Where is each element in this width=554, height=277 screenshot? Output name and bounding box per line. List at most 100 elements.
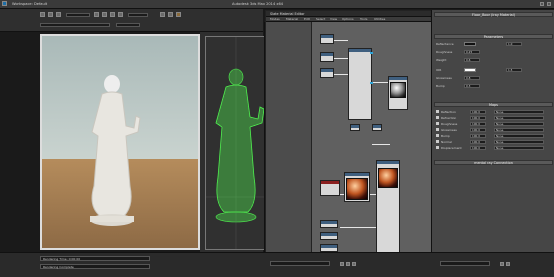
node-view[interactable] [312,22,432,268]
workspace-selector[interactable]: Workspace: Default [12,2,47,6]
map-row: Refraction 100.0 None [436,116,551,120]
param-label: Weight [436,58,447,62]
color-swatch[interactable] [464,42,476,46]
output-port[interactable] [370,82,373,84]
menu-select[interactable]: Select [316,17,325,21]
map-checkbox[interactable] [436,134,439,137]
param-value[interactable]: 0.3 [464,84,480,88]
map-amount[interactable]: 100.0 [470,122,486,126]
material-name-header[interactable]: Floor_Boor (Iray Material) [434,12,553,17]
map-label: Roughness [441,122,458,126]
minimize-icon[interactable] [540,2,544,6]
link-icon[interactable] [56,12,61,17]
map-slot-button[interactable]: None [494,128,544,132]
map-slot-button[interactable]: None [494,140,544,144]
material-editor-icon[interactable] [160,12,165,17]
map-amount[interactable]: 100.0 [470,140,486,144]
sme-browser[interactable] [266,22,312,267]
map-row: Reflection 100.0 None [436,110,551,114]
param-value[interactable]: 0.25 [464,50,480,54]
mental-ray-connection-rollout[interactable]: mental ray Connection [434,160,553,165]
reference-coord-dropdown[interactable] [128,13,148,17]
color-map-node[interactable] [320,180,340,196]
map-label: Normal [441,140,452,144]
map-amount[interactable]: 100.0 [470,116,486,120]
param-label: Bump [436,84,445,88]
bitmap-node[interactable] [320,52,334,62]
menu-utilities[interactable]: Utilities [374,17,385,21]
zoom-field[interactable] [440,261,490,266]
color-swatch[interactable] [464,68,476,72]
map-checkbox[interactable] [436,146,439,149]
map-node-small[interactable] [372,124,382,131]
map-checkbox[interactable] [436,122,439,125]
param-value[interactable]: 1.5 [506,68,522,72]
material-preview-swatch [390,82,406,98]
map-row: Bump 100.0 None [436,134,551,138]
stop-icon[interactable] [346,262,350,266]
main-title-bar: Workspace: Default Autodesk 3ds Max 2014… [0,0,554,9]
map-checkbox[interactable] [436,140,439,143]
bitmap-node[interactable] [320,244,338,252]
param-label: Roughness [436,50,453,54]
param-value[interactable]: 1.0 [506,42,522,46]
map-amount[interactable]: 100.0 [470,128,486,132]
map-slot-button[interactable]: None [494,122,544,126]
map-node-small[interactable] [350,124,360,131]
menu-tools[interactable]: Tools [360,17,367,21]
map-slot-button[interactable]: None [494,146,544,150]
named-selection-field[interactable] [40,23,110,27]
rotate-icon[interactable] [110,12,115,17]
menu-edit[interactable]: Edit [304,17,310,21]
zoom-icon[interactable] [500,262,504,266]
render-icon[interactable] [176,12,181,17]
menu-view[interactable]: View [330,17,337,21]
time-slider[interactable] [270,261,330,266]
map-slot-button[interactable]: None [494,110,544,114]
bitmap-node[interactable] [320,220,338,228]
maps-rollout[interactable]: Maps [434,102,553,107]
bitmap-node[interactable] [320,68,334,78]
map-slot-button[interactable]: None [494,116,544,120]
param-row: Reflectance 1.0 [436,42,551,46]
select-icon[interactable] [94,12,99,17]
perspective-viewport[interactable] [205,36,265,250]
play-icon[interactable] [340,262,344,266]
bitmap-node[interactable] [320,34,334,44]
iray-material-node[interactable] [348,48,372,120]
menu-modes[interactable]: Modes [270,17,280,21]
undo-icon[interactable] [40,12,45,17]
map-label: Displacement [441,146,462,150]
view-dropdown[interactable] [116,23,140,27]
wire [332,74,348,75]
parameters-rollout[interactable]: Parameters [434,34,553,39]
render-setup-icon[interactable] [168,12,173,17]
scale-icon[interactable] [118,12,123,17]
app-logo-icon[interactable] [2,1,7,6]
move-icon[interactable] [102,12,107,17]
map-amount[interactable]: 100.0 [470,134,486,138]
map-label: Glossiness [441,128,457,132]
map-checkbox[interactable] [436,128,439,131]
status-field-render-time: Rendering Time: 0:00:00 [40,256,150,261]
next-frame-icon[interactable] [352,262,356,266]
map-checkbox[interactable] [436,116,439,119]
param-value[interactable]: 0.6 [464,58,480,62]
map-checkbox[interactable] [436,110,439,113]
close-icon[interactable] [547,2,551,6]
reference-photo-viewport[interactable] [40,34,200,250]
pan-icon[interactable] [506,262,510,266]
menu-options[interactable]: Options [342,17,354,21]
map-row: Normal 100.0 None [436,140,551,144]
redo-icon[interactable] [48,12,53,17]
map-amount[interactable]: 100.0 [470,110,486,114]
menu-material[interactable]: Material [286,17,298,21]
output-port[interactable] [370,52,373,54]
map-amount[interactable]: 100.0 [470,146,486,150]
param-row: Weight 0.6 [436,58,551,62]
param-value[interactable]: 0.8 [464,76,480,80]
selection-filter-dropdown[interactable] [66,13,90,17]
bitmap-node[interactable] [320,232,338,240]
main-toolbar [0,9,263,32]
map-slot-button[interactable]: None [494,134,544,138]
